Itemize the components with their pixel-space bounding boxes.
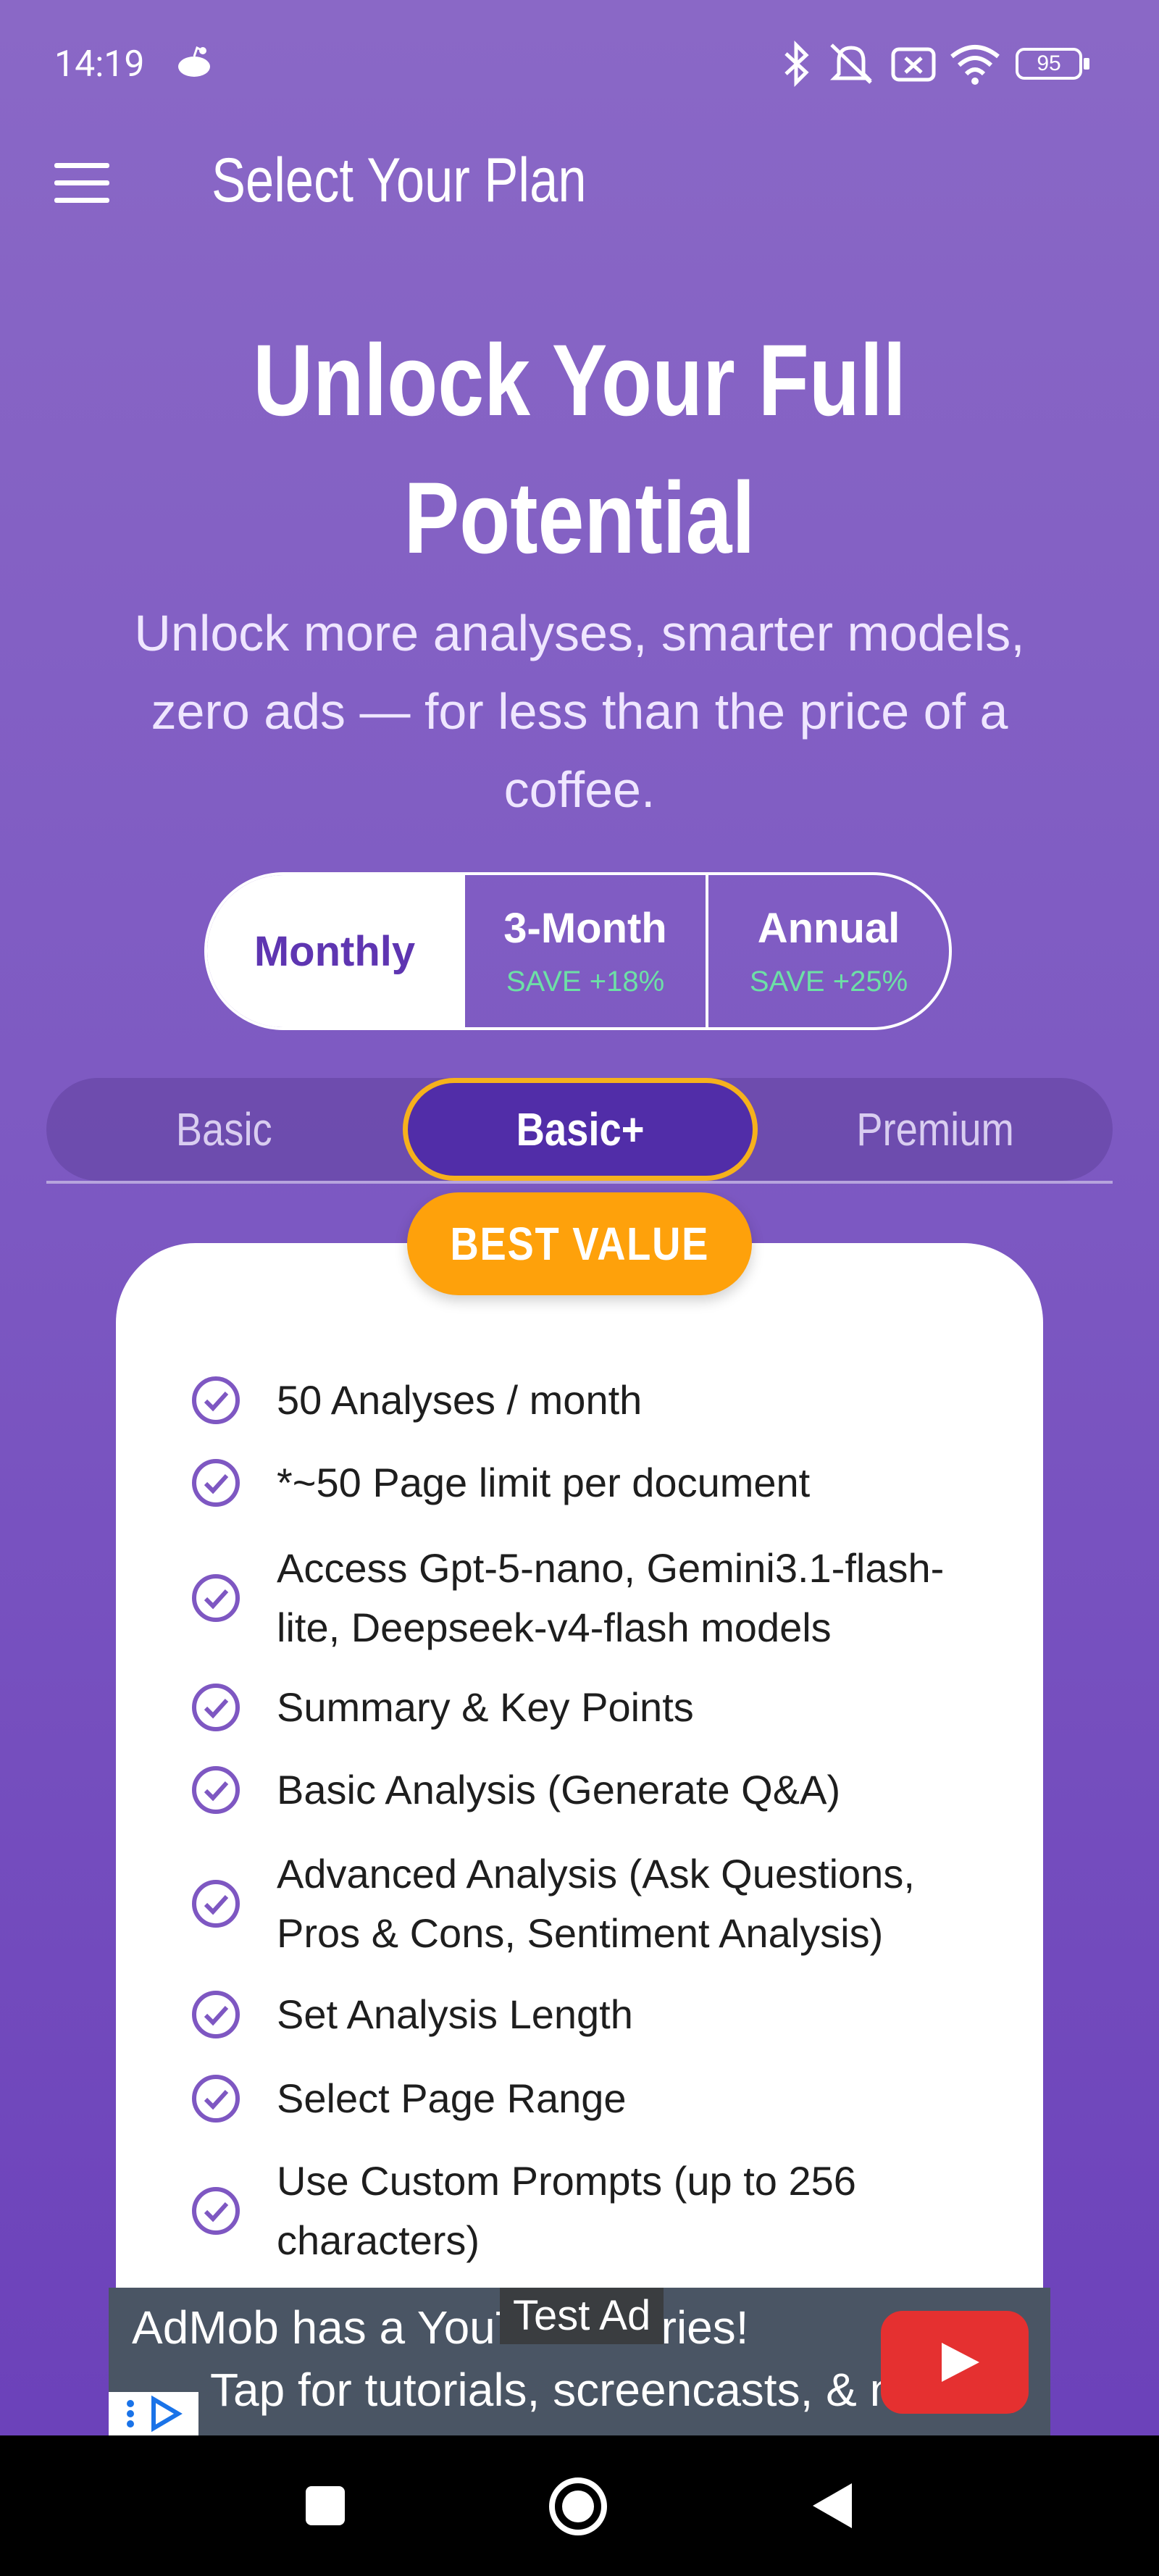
- feature-item: Access Gpt-5-nano, Gemini3.1-flash- lite…: [190, 1539, 1001, 1657]
- ad-banner[interactable]: AdMob has a YouTube series! Tap for tuto…: [109, 2288, 1050, 2435]
- feature-text: Access Gpt-5-nano, Gemini3.1-flash- lite…: [277, 1539, 944, 1657]
- hero-subtitle-line2: zero ads — for less than the price of a: [151, 683, 1008, 740]
- feature-text: Use Custom Prompts (up to 256 characters…: [277, 2151, 856, 2270]
- feature-line: 50 Analyses / month: [277, 1377, 643, 1423]
- feature-line: Summary & Key Points: [277, 1684, 694, 1730]
- check-circle-icon: [192, 1376, 240, 1424]
- check-circle-icon: [192, 2075, 240, 2123]
- feature-item: Select Page Range: [190, 2069, 1001, 2128]
- feature-text: 50 Analyses / month: [277, 1371, 642, 1430]
- billing-option-label: Monthly: [254, 927, 416, 975]
- youtube-play-icon[interactable]: [881, 2311, 1029, 2414]
- check-circle-icon: [192, 1459, 240, 1507]
- feature-line: Set Analysis Length: [277, 1991, 633, 2037]
- check-circle-icon: [192, 2187, 240, 2235]
- tab-divider: [46, 1181, 1113, 1184]
- bluetooth-icon: [784, 41, 809, 87]
- reddit-icon: [178, 46, 210, 77]
- status-time: 14:19: [54, 43, 145, 85]
- check-circle-icon: [192, 1766, 240, 1814]
- tab-premium[interactable]: Premium: [758, 1078, 1113, 1181]
- system-nav-bar: [0, 2435, 1159, 2576]
- hero-title-line1: Unlock Your Full: [253, 323, 906, 437]
- billing-option-annual[interactable]: Annual SAVE +25%: [706, 875, 949, 1027]
- feature-item: Advanced Analysis (Ask Questions, Pros &…: [190, 1844, 1001, 1963]
- adchoices-icon[interactable]: [109, 2392, 198, 2435]
- feature-line: Basic Analysis (Generate Q&A): [277, 1767, 841, 1812]
- feature-line: lite, Deepseek-v4-flash models: [277, 1605, 832, 1650]
- save-badge: SAVE +25%: [749, 966, 908, 998]
- feature-text: Advanced Analysis (Ask Questions, Pros &…: [277, 1844, 915, 1963]
- back-icon[interactable]: [808, 2480, 856, 2531]
- badge-label: BEST VALUE: [450, 1218, 709, 1270]
- check-circle-icon: [192, 1880, 240, 1928]
- save-badge: SAVE +18%: [506, 966, 665, 998]
- billing-option-label: Annual: [757, 905, 900, 952]
- feature-item: Summary & Key Points: [190, 1678, 1001, 1737]
- hero-title-line2: Potential: [403, 461, 756, 574]
- billing-option-monthly[interactable]: Monthly: [207, 875, 462, 1027]
- tab-label: Premium: [856, 1103, 1014, 1155]
- test-ad-label: Test Ad: [500, 2288, 664, 2344]
- billing-option-3-month[interactable]: 3-Month SAVE +18%: [462, 875, 706, 1027]
- tab-basic-plus[interactable]: Basic+: [403, 1078, 758, 1181]
- hero-subtitle-line1: Unlock more analyses, smarter models,: [134, 605, 1025, 661]
- ad-body: Tap for tutorials, screencasts, & more.: [210, 2364, 989, 2416]
- feature-item: 50 Analyses / month: [190, 1371, 1001, 1430]
- billing-period-selector: Monthly 3-Month SAVE +18% Annual SAVE +2…: [204, 872, 952, 1030]
- feature-line: characters): [277, 2217, 480, 2263]
- feature-line: Advanced Analysis (Ask Questions,: [277, 1851, 915, 1897]
- battery-icon: 95: [1016, 48, 1082, 80]
- feature-item: *~50 Page limit per document: [190, 1453, 1001, 1513]
- billing-option-label: 3-Month: [503, 905, 667, 952]
- hero-subtitle: Unlock more analyses, smarter models, ze…: [87, 594, 1072, 829]
- feature-line: *~50 Page limit per document: [277, 1460, 811, 1505]
- tab-label: Basic+: [516, 1103, 645, 1155]
- feature-line: Select Page Range: [277, 2075, 627, 2121]
- hero-title: Unlock Your Full Potential: [0, 311, 1159, 587]
- feature-item: Set Analysis Length: [190, 1985, 1001, 2044]
- check-circle-icon: [192, 1574, 240, 1622]
- recents-icon[interactable]: [303, 2483, 348, 2528]
- feature-line: Use Custom Prompts (up to 256: [277, 2158, 856, 2204]
- tab-label: Basic: [175, 1103, 272, 1155]
- feature-text: *~50 Page limit per document: [277, 1453, 810, 1513]
- feature-text: Set Analysis Length: [277, 1985, 633, 2044]
- hero-subtitle-line3: coffee.: [503, 761, 656, 818]
- menu-icon[interactable]: [54, 163, 109, 204]
- feature-item: Use Custom Prompts (up to 256 characters…: [190, 2151, 1001, 2270]
- page-title: Select Your Plan: [212, 146, 587, 215]
- battery-level: 95: [1037, 51, 1061, 75]
- feature-text: Summary & Key Points: [277, 1678, 694, 1737]
- feature-text: Basic Analysis (Generate Q&A): [277, 1760, 840, 1820]
- best-value-badge: BEST VALUE: [407, 1192, 752, 1295]
- wifi-icon: [950, 45, 1000, 85]
- battery-tip: [1084, 58, 1089, 70]
- tab-basic[interactable]: Basic: [46, 1078, 401, 1181]
- feature-line: Access Gpt-5-nano, Gemini3.1-flash-: [277, 1545, 945, 1591]
- mute-icon: [829, 43, 873, 84]
- check-circle-icon: [192, 1684, 240, 1731]
- feature-item: Basic Analysis (Generate Q&A): [190, 1760, 1001, 1820]
- tier-tabs: Basic Basic+ Premium: [46, 1078, 1113, 1181]
- status-bar: 14:19 95: [0, 0, 1159, 130]
- sim-off-icon: [891, 47, 936, 82]
- check-circle-icon: [192, 1991, 240, 2038]
- home-icon[interactable]: [548, 2476, 608, 2537]
- feature-text: Select Page Range: [277, 2069, 627, 2128]
- feature-line: Pros & Cons, Sentiment Analysis): [277, 1910, 884, 1956]
